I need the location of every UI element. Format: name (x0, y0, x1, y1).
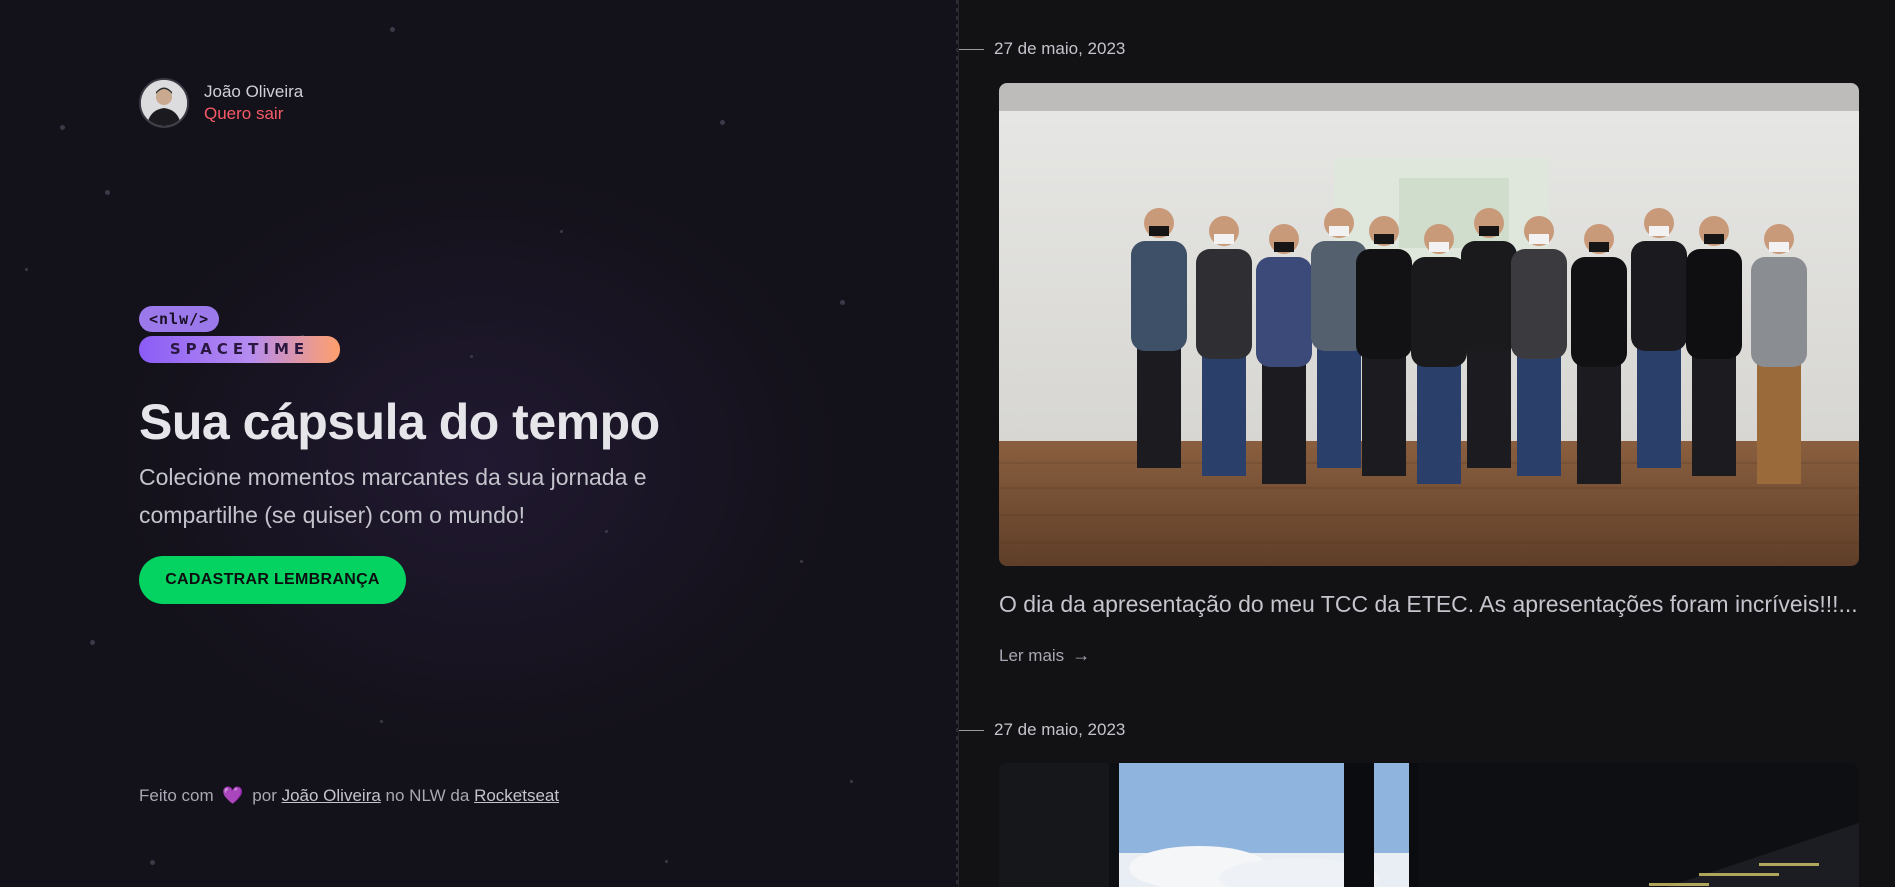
spacetime-tag: SPACETIME (139, 336, 340, 363)
hero-subtitle: Colecione momentos marcantes da sua jorn… (139, 464, 647, 528)
person-figure (1467, 348, 1511, 468)
person-figure (1751, 257, 1807, 367)
user-avatar[interactable] (139, 78, 189, 128)
memory-excerpt: O dia da apresentação do meu TCC da ETEC… (999, 591, 1858, 617)
footer-credits: Feito com 💜 por João Oliveira no NLW da … (139, 786, 559, 806)
star (390, 27, 395, 32)
logout-link[interactable]: Quero sair (204, 103, 303, 125)
memory-date-label: 27 de maio, 2023 (994, 720, 1126, 739)
person-figure (1202, 356, 1246, 476)
hero-panel: João Oliveira Quero sair <nlw/> SPACETIM… (0, 0, 958, 887)
person-figure (1196, 249, 1252, 359)
person-figure (1411, 257, 1467, 367)
person-figure (1461, 241, 1517, 351)
create-memory-button[interactable]: CADASTRAR LEMBRANÇA (139, 556, 406, 604)
memory-date: 27 de maio, 2023 (959, 39, 1125, 59)
person-figure (1256, 257, 1312, 367)
user-name: João Oliveira (204, 82, 304, 101)
person-figure (1692, 356, 1736, 476)
rocketseat-link[interactable]: Rocketseat (474, 786, 559, 805)
star (665, 860, 668, 863)
memory-date: 27 de maio, 2023 (959, 720, 1125, 740)
person-figure (1317, 348, 1361, 468)
star (105, 190, 110, 195)
person-figure (1529, 234, 1549, 244)
footer-made-with: Feito com (139, 786, 214, 805)
star (90, 640, 95, 645)
nlw-tag: <nlw/> (139, 306, 220, 332)
star (800, 560, 803, 563)
person-figure (1704, 234, 1724, 244)
person-figure (1637, 348, 1681, 468)
avatar-image (141, 80, 187, 126)
person-figure (1479, 226, 1499, 236)
star (720, 120, 725, 125)
star (150, 860, 155, 865)
person-figure (1131, 241, 1187, 351)
footer-by: por (252, 786, 277, 805)
person-figure (1517, 356, 1561, 476)
nlw-spacetime-logo: <nlw/> SPACETIME (139, 306, 340, 363)
person-figure (1686, 249, 1742, 359)
star (25, 268, 28, 271)
person-figure (1262, 364, 1306, 484)
person-figure (1757, 364, 1801, 484)
date-line (959, 729, 984, 731)
hero-title: Sua cápsula do tempo (139, 394, 660, 450)
desk-photo (999, 763, 1859, 887)
footer-at: no NLW da (385, 786, 470, 805)
date-line (959, 48, 984, 50)
star (850, 780, 853, 783)
person-figure (1631, 241, 1687, 351)
star (470, 355, 473, 358)
person-figure (1374, 234, 1394, 244)
read-more-link[interactable]: Ler mais → (999, 645, 1090, 666)
user-profile: João Oliveira Quero sair (139, 78, 303, 128)
person-figure (1356, 249, 1412, 359)
memory-date-label: 27 de maio, 2023 (994, 39, 1126, 58)
person-figure (1274, 242, 1294, 252)
author-link[interactable]: João Oliveira (282, 786, 381, 805)
group-photo (999, 83, 1859, 566)
person-figure (1362, 356, 1406, 476)
person-figure (1417, 364, 1461, 484)
star (840, 300, 845, 305)
arrow-right-icon: → (1072, 645, 1091, 665)
person-figure (1511, 249, 1567, 359)
person-figure (1137, 348, 1181, 468)
person-figure (1571, 257, 1627, 367)
memory-image[interactable] (999, 83, 1859, 566)
person-figure (1429, 242, 1449, 252)
person-figure (1329, 226, 1349, 236)
person-figure (1589, 242, 1609, 252)
memories-feed[interactable]: 27 de maio, 2023 O dia da apresentação d… (959, 0, 1895, 887)
star (560, 230, 563, 233)
read-more-label: Ler mais (999, 645, 1065, 665)
person-figure (1577, 364, 1621, 484)
person-figure (1769, 242, 1789, 252)
person-figure (1214, 234, 1234, 244)
memory-image[interactable] (999, 763, 1859, 887)
person-figure (1649, 226, 1669, 236)
person-figure (1149, 226, 1169, 236)
star (380, 720, 383, 723)
heart-icon: 💜 (222, 786, 244, 805)
star (60, 125, 65, 130)
